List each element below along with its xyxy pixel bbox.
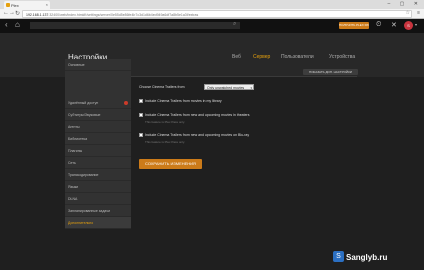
tab-close-icon[interactable]: ×	[46, 2, 48, 7]
settings-tools-icon[interactable]: ✕	[391, 21, 397, 29]
theater-trailers-label: Include Cinema Trailers from new and upc…	[145, 113, 250, 117]
window-controls[interactable]: – ▢ ✕	[388, 1, 422, 7]
sidebar-item-label: Библиотека	[68, 137, 88, 141]
bookmark-star-icon[interactable]: ☆	[406, 10, 410, 16]
trailer-source-label: Choose Cinema Trailers from	[139, 85, 185, 89]
bluray-trailers-checkbox[interactable]	[139, 133, 143, 137]
sidebar-item-general[interactable]: Основные	[65, 59, 131, 71]
sidebar-item-label: Субтитры/Звуковые	[68, 113, 101, 117]
sidebar-item-dlna[interactable]: DLNA	[65, 193, 131, 205]
url-path: :32400/web/index.html#!/settings/server/…	[48, 12, 199, 17]
sidebar-item-label: Основные	[68, 63, 85, 67]
url-host: 192.168.1.137	[26, 12, 49, 17]
browser-toolbar: ← → ↻ 192.168.1.137:32400/web/index.html…	[0, 9, 424, 19]
bluray-trailers-help: This feature is Plex Pass only.	[145, 140, 185, 144]
sidebar-item-extras[interactable]: Дополнительно	[65, 217, 131, 229]
trailer-source-value: Only unwatched movies	[207, 85, 245, 90]
sidebar-item-label: Языки	[68, 185, 79, 189]
tab-server[interactable]: Сервер	[253, 54, 270, 60]
trailer-source-select[interactable]: Only unwatched movies ▾	[204, 84, 254, 90]
activity-icon[interactable]: ⏲	[376, 21, 381, 29]
sidebar-item-label: Транскодирование	[68, 173, 99, 177]
browser-menu-icon[interactable]: ≡	[417, 10, 420, 16]
sidebar-item-label: Плагины	[68, 149, 83, 153]
sidebar-item-library[interactable]: Библиотека	[65, 133, 131, 145]
watermark-text: Sanglyb.ru	[346, 253, 388, 262]
plex-pass-button[interactable]: ПОЛУЧИТЬ PLEX PASS	[339, 22, 369, 29]
warning-dot-icon	[124, 101, 128, 105]
watermark-logo-icon: S	[333, 251, 344, 262]
search-input[interactable]	[30, 22, 240, 29]
sidebar-item-plugins[interactable]: Плагины	[65, 145, 131, 157]
library-trailers-checkbox[interactable]	[139, 99, 143, 103]
browser-tab[interactable]: Plex ×	[4, 1, 50, 9]
sidebar-item-subtitles[interactable]: Субтитры/Звуковые	[65, 109, 131, 121]
tab-web[interactable]: Веб	[232, 54, 241, 60]
settings-content: Choose Cinema Trailers from Only unwatch…	[131, 77, 360, 229]
settings-header: Настройки Веб Сервер Пользователи Устрой…	[0, 33, 424, 77]
bluray-trailers-label: Include Cinema Trailers from new and upc…	[145, 133, 250, 137]
show-advanced-button[interactable]: ПОКАЗАТЬ ДОП. НАСТРОЙКИ	[303, 69, 358, 75]
chevron-down-icon: ▾	[250, 85, 252, 90]
sidebar-item-label: DLNA	[68, 197, 78, 201]
sidebar-item-label: Сеть	[68, 161, 76, 165]
plex-top-bar: ‹ ⌂ ⌕ ПОЛУЧИТЬ PLEX PASS ⏲ ✕ S ▾	[0, 19, 424, 33]
chevron-down-icon[interactable]: ▾	[415, 22, 417, 27]
theater-trailers-help: This feature is Plex Pass only.	[145, 120, 185, 124]
save-changes-button[interactable]: СОХРАНИТЬ ИЗМЕНЕНИЯ	[139, 159, 202, 169]
search-icon[interactable]: ⌕	[233, 21, 236, 28]
back-arrow-icon[interactable]: ‹	[5, 21, 8, 29]
plex-favicon-icon	[6, 3, 10, 7]
sidebar-item-network[interactable]: Сеть	[65, 157, 131, 169]
sidebar-item-agents[interactable]: Агенты	[65, 121, 131, 133]
sidebar-item-label: Дополнительно	[68, 221, 94, 225]
sidebar-item-scheduled-tasks[interactable]: Запланированные задачи	[65, 205, 131, 217]
user-avatar[interactable]: S	[404, 21, 413, 30]
sidebar-item-languages[interactable]: Языки	[65, 181, 131, 193]
browser-reload-icon[interactable]: ↻	[15, 10, 20, 17]
address-bar[interactable]: 192.168.1.137:32400/web/index.html#!/set…	[22, 10, 412, 18]
home-icon[interactable]: ⌂	[15, 21, 20, 29]
sidebar-item-label: Удалённый доступ	[68, 101, 99, 105]
sidebar-item-label: Запланированные задачи	[68, 209, 111, 213]
sidebar-item-remote-access[interactable]: Удалённый доступ	[65, 97, 131, 109]
library-trailers-label: Include Cinema Trailers from movies in m…	[145, 99, 222, 103]
settings-sidebar: Основные Удалённый доступ Субтитры/Звуко…	[65, 59, 131, 229]
theater-trailers-checkbox[interactable]	[139, 113, 143, 117]
tab-devices[interactable]: Устройства	[329, 54, 355, 60]
tab-users[interactable]: Пользователи	[281, 54, 314, 60]
browser-tab-title: Plex	[11, 3, 19, 8]
sidebar-item-transcoder[interactable]: Транскодирование	[65, 169, 131, 181]
sidebar-item-label: Агенты	[68, 125, 80, 129]
browser-tab-bar: Plex × – ▢ ✕	[0, 0, 424, 9]
